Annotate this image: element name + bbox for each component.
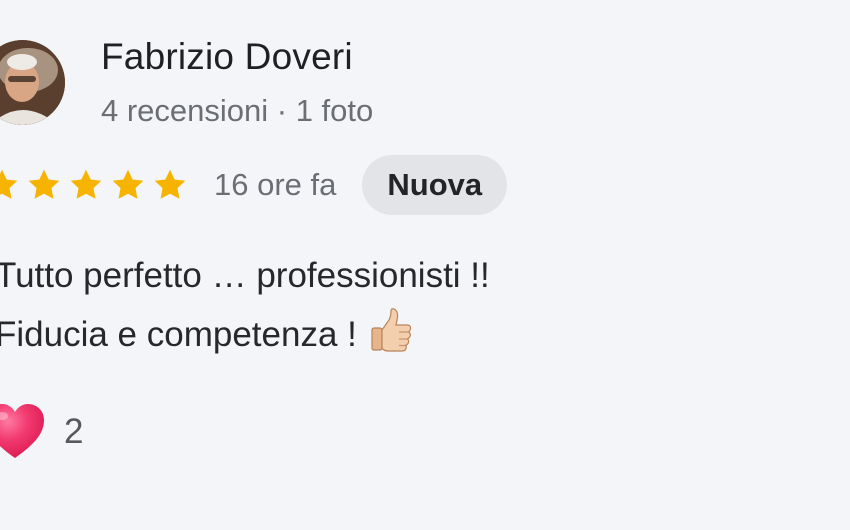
new-badge: Nuova [362, 155, 508, 215]
like-count: 2 [64, 412, 84, 451]
star-rating [0, 167, 194, 203]
avatar[interactable] [0, 40, 65, 125]
star-icon [0, 169, 18, 199]
rating-row: 16 ore fa Nuova [0, 155, 508, 215]
review-line-text: Tutto perfetto … professionisti !! [0, 256, 490, 295]
reviewer-meta: 4 recensioni · 1 foto [101, 93, 374, 128]
thumbs-up-icon [371, 308, 412, 352]
star-icon [28, 169, 60, 199]
like-reaction[interactable]: 2 [0, 400, 83, 464]
star-icon [70, 169, 102, 199]
review-line: Fiducia e competenza ! [0, 305, 490, 364]
review-time: 16 ore fa [214, 167, 337, 202]
heart-icon[interactable] [0, 401, 46, 463]
review-text: Tutto perfetto … professionisti !! Fiduc… [0, 246, 490, 364]
reviewer-name[interactable]: Fabrizio Doveri [101, 36, 353, 78]
star-icon [112, 169, 144, 199]
review-line: Tutto perfetto … professionisti !! [0, 246, 490, 305]
review-line-text: Fiducia e competenza ! [0, 315, 357, 354]
star-icon [154, 169, 186, 199]
